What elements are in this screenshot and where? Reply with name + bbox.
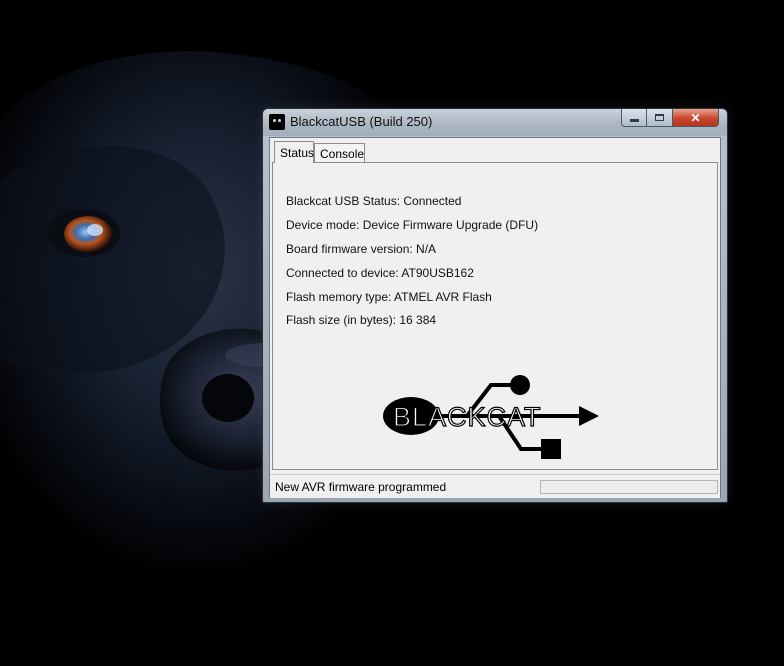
tab-console[interactable]: Console bbox=[314, 143, 365, 162]
close-icon: ✕ bbox=[690, 110, 701, 125]
minimize-icon bbox=[629, 119, 639, 122]
firmware-version-line: Board firmware version: N/A bbox=[286, 242, 437, 256]
logo-text: BLACKCAT bbox=[393, 402, 542, 432]
connected-device-line: Connected to device: AT90USB162 bbox=[286, 266, 474, 280]
close-button[interactable]: ✕ bbox=[673, 109, 719, 127]
usb-status-line: Blackcat USB Status: Connected bbox=[286, 194, 462, 208]
maximize-button[interactable] bbox=[647, 109, 673, 127]
status-progress-bar bbox=[540, 480, 718, 494]
status-tab-panel: Blackcat USB Status: Connected Device mo… bbox=[272, 162, 718, 470]
client-area: Status Console Blackcat USB Status: Conn… bbox=[269, 137, 721, 498]
minimize-button[interactable] bbox=[621, 109, 647, 127]
title-bar[interactable]: BlackcatUSB (Build 250) ✕ bbox=[263, 109, 727, 136]
blackcat-usb-logo: BLACKCAT bbox=[383, 375, 599, 459]
window-title: BlackcatUSB (Build 250) bbox=[290, 114, 433, 129]
blackcat-app-icon[interactable] bbox=[269, 114, 285, 130]
maximize-icon bbox=[655, 114, 664, 121]
tab-status[interactable]: Status bbox=[274, 141, 314, 163]
status-message: New AVR firmware programmed bbox=[275, 480, 447, 494]
status-bar: New AVR firmware programmed bbox=[270, 474, 720, 498]
flash-size-line: Flash size (in bytes): 16 384 bbox=[286, 313, 437, 327]
flash-type-line: Flash memory type: ATMEL AVR Flash bbox=[286, 290, 492, 304]
device-mode-line: Device mode: Device Firmware Upgrade (DF… bbox=[286, 218, 539, 232]
app-window: BlackcatUSB (Build 250) ✕ Status Console… bbox=[262, 108, 728, 503]
